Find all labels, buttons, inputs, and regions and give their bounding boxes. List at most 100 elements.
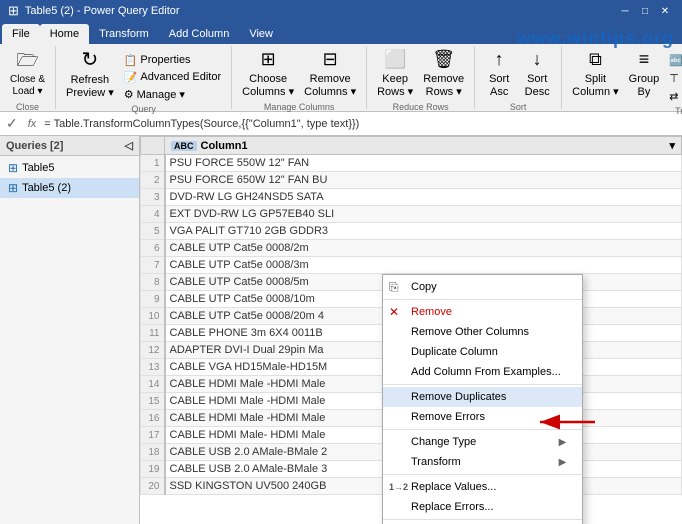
sort-desc-label: SortDesc <box>525 73 550 99</box>
queries-header-label: Queries [2] <box>6 140 63 152</box>
queries-collapse-icon[interactable]: ◁ <box>125 139 133 152</box>
close-group-label: Close <box>16 100 39 113</box>
maximize-button[interactable]: □ <box>636 4 654 18</box>
table-row: 5 VGA PALIT GT710 2GB GDDR3 <box>141 223 682 240</box>
refresh-icon: ↻ <box>81 48 98 72</box>
ctx-change-type-label: Change Type <box>411 436 476 448</box>
row-value: CABLE UTP Cat5e 0008/2m <box>165 240 682 257</box>
remove-columns-button[interactable]: ⊟ RemoveColumns ▾ <box>300 48 360 100</box>
row-value: CABLE UTP Cat5e 0008/3m <box>165 257 682 274</box>
close-button[interactable]: ✕ <box>656 4 674 18</box>
ribbon: 🗁 Close &Load ▾ Close ↻ RefreshPreview ▾… <box>0 44 682 112</box>
ribbon-group-manage-columns: ⊞ ChooseColumns ▾ ⊟ RemoveColumns ▾ Mana… <box>232 46 367 109</box>
row-number: 12 <box>141 342 165 359</box>
ctx-copy-label: Copy <box>411 281 437 293</box>
minimize-button[interactable]: ─ <box>616 4 634 18</box>
ctx-add-examples-label: Add Column From Examples... <box>411 366 561 378</box>
group-by-icon: ≡ <box>639 49 650 71</box>
formula-content[interactable]: = Table.TransformColumnTypes(Source,{{"C… <box>44 118 678 130</box>
choose-columns-label: ChooseColumns ▾ <box>242 73 294 99</box>
ctx-remove-duplicates[interactable]: Remove Duplicates <box>383 387 582 407</box>
properties-button[interactable]: 📋 Properties <box>120 52 225 68</box>
formula-fx-label: fx <box>24 118 41 130</box>
query-tools: 📋 Properties 📝 Advanced Editor ⚙ Manage … <box>120 48 225 102</box>
table-icon: ⊞ <box>8 161 18 175</box>
row-number: 4 <box>141 206 165 223</box>
replace-values-button[interactable]: ⇄ Replace Values <box>665 88 682 104</box>
sort-asc-icon: ↑ <box>495 49 504 71</box>
sort-desc-button[interactable]: ↓ SortDesc <box>519 48 555 100</box>
ctx-add-from-examples[interactable]: Add Column From Examples... <box>383 362 582 382</box>
query-label-table5-2: Table5 (2) <box>22 182 71 194</box>
ctx-transform-arrow: ▶ <box>559 457 567 468</box>
row-number: 17 <box>141 427 165 444</box>
table-row: 3 DVD-RW LG GH24NSD5 SATA <box>141 189 682 206</box>
refresh-preview-button[interactable]: ↻ RefreshPreview ▾ <box>62 48 118 100</box>
row-number: 14 <box>141 376 165 393</box>
remove-rows-button[interactable]: 🗑 RemoveRows ▾ <box>419 48 468 100</box>
ctx-transform-label: Transform <box>411 456 461 468</box>
ctx-remove-errors[interactable]: Remove Errors <box>383 407 582 427</box>
ribbon-group-query: ↻ RefreshPreview ▾ 📋 Properties 📝 Advanc… <box>56 46 232 109</box>
ctx-change-type[interactable]: Change Type ▶ <box>383 432 582 452</box>
row-number: 11 <box>141 325 165 342</box>
ctx-separator-5 <box>383 519 582 520</box>
ribbon-group-close: 🗁 Close &Load ▾ Close <box>0 46 56 109</box>
sort-group-label: Sort <box>510 100 527 113</box>
tab-home[interactable]: Home <box>40 24 89 44</box>
query-label-table5: Table5 <box>22 162 54 174</box>
row-number: 3 <box>141 189 165 206</box>
query-item-table5-2[interactable]: ⊞ Table5 (2) <box>0 178 139 198</box>
tab-view[interactable]: View <box>239 24 283 44</box>
window-controls: ─ □ ✕ <box>616 4 674 18</box>
ctx-transform[interactable]: Transform ▶ <box>383 452 582 472</box>
ctx-separator-2 <box>383 384 582 385</box>
ctx-separator-4 <box>383 474 582 475</box>
sort-asc-button[interactable]: ↑ SortAsc <box>481 48 517 100</box>
row-number: 2 <box>141 172 165 189</box>
row-number: 1 <box>141 155 165 172</box>
close-load-label: Close &Load ▾ <box>10 74 45 98</box>
row-value: PSU FORCE 650W 12" FAN BU <box>165 172 682 189</box>
table-row: 7 CABLE UTP Cat5e 0008/3m <box>141 257 682 274</box>
ctx-duplicate[interactable]: Duplicate Column <box>383 342 582 362</box>
column1-header[interactable]: ABC Column1 ▾ <box>165 137 682 155</box>
tab-add-column[interactable]: Add Column <box>159 24 240 44</box>
query-item-table5[interactable]: ⊞ Table5 <box>0 158 139 178</box>
tab-file[interactable]: File <box>2 24 40 44</box>
row-value: DVD-RW LG GH24NSD5 SATA <box>165 189 682 206</box>
data-type-button[interactable]: 🔤 Data Type: Text ▾ <box>665 52 682 68</box>
ctx-remove-other-label: Remove Other Columns <box>411 326 529 338</box>
ctx-copy[interactable]: ⎘ Copy <box>383 277 582 297</box>
ctx-replace-errors[interactable]: Replace Errors... <box>383 497 582 517</box>
ctx-remove[interactable]: ✕ Remove <box>383 302 582 322</box>
choose-columns-button[interactable]: ⊞ ChooseColumns ▾ <box>238 48 298 100</box>
ribbon-group-sort: ↑ SortAsc ↓ SortDesc Sort <box>475 46 562 109</box>
split-column-button[interactable]: ⧉ SplitColumn ▾ <box>568 48 622 100</box>
ctx-replace-values-label: Replace Values... <box>411 481 496 493</box>
reduce-rows-group-label: Reduce Rows <box>393 100 449 113</box>
properties-icon: 📋 <box>124 54 138 67</box>
keep-rows-button[interactable]: ⬜ KeepRows ▾ <box>373 48 417 100</box>
group-by-button[interactable]: ≡ GroupBy <box>625 48 664 100</box>
row-number: 16 <box>141 410 165 427</box>
close-load-button[interactable]: 🗁 Close &Load ▾ <box>6 48 49 100</box>
tab-transform[interactable]: Transform <box>89 24 159 44</box>
data-area: ABC Column1 ▾ 1 PSU FORCE 550W 12" FAN 2… <box>140 136 682 524</box>
advanced-editor-button[interactable]: 📝 Advanced Editor <box>120 69 225 85</box>
row-number: 15 <box>141 393 165 410</box>
use-first-row-button[interactable]: ⊤ Use First Row as Headers ▾ <box>665 70 682 86</box>
title-text: Table5 (2) - Power Query Editor <box>25 5 616 17</box>
ctx-replace-values[interactable]: 1→2 Replace Values... <box>383 477 582 497</box>
keep-rows-label: KeepRows ▾ <box>377 73 413 99</box>
manage-button[interactable]: ⚙ Manage ▾ <box>120 86 225 102</box>
ctx-remove-other[interactable]: Remove Other Columns <box>383 322 582 342</box>
row-number: 19 <box>141 461 165 478</box>
row-number: 5 <box>141 223 165 240</box>
split-column-icon: ⧉ <box>589 49 602 71</box>
col-dropdown-icon[interactable]: ▾ <box>669 139 675 152</box>
formula-checkmark[interactable]: ✓ <box>4 115 20 132</box>
manage-columns-group-label: Manage Columns <box>264 100 335 113</box>
table-row: 2 PSU FORCE 650W 12" FAN BU <box>141 172 682 189</box>
advanced-editor-label: Advanced Editor <box>140 71 221 83</box>
